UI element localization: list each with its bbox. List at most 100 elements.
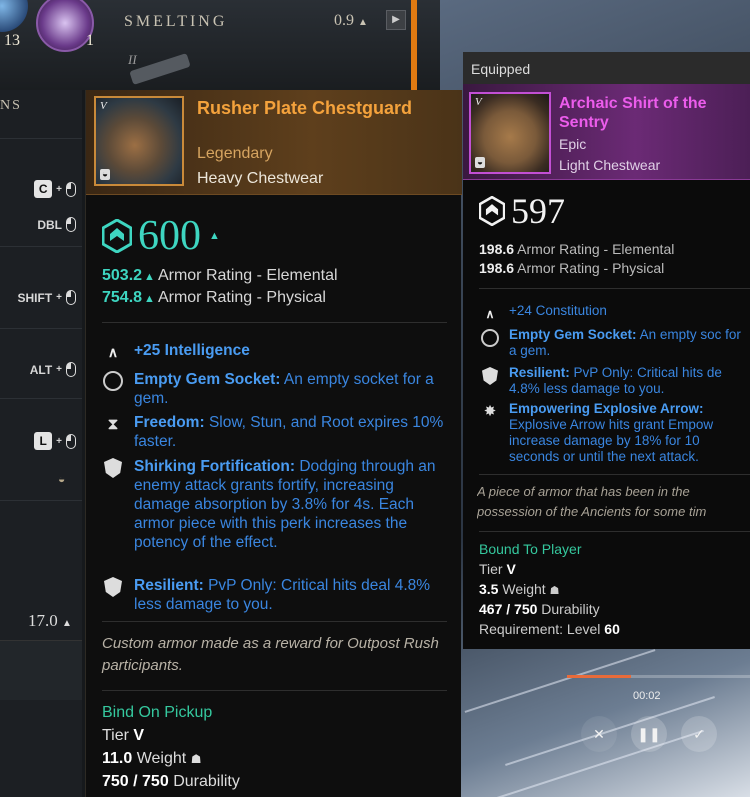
check-button[interactable]: ✓ [681, 716, 717, 752]
divider [0, 398, 82, 399]
gear-score-icon [102, 219, 132, 253]
mouse-icon [66, 217, 76, 232]
weight-icon: ☗ [549, 585, 560, 597]
flavor-text: possession of the Ancients for some tim [477, 504, 707, 519]
mask-icon: ◒ [475, 157, 486, 168]
smelting-value: 0.9 ▲ [334, 12, 368, 29]
keybind-row[interactable]: C + [0, 180, 82, 198]
perk-text: Empty Gem Socket: An empty soc for a gem… [509, 327, 741, 358]
armor-rating-physical: 754.8 ▲ Armor Rating - Physical [102, 289, 326, 306]
gem-socket-icon [102, 370, 124, 392]
key-label: ALT [29, 362, 53, 377]
bind-status: Bound To Player [479, 541, 582, 557]
left-weight-value: 17.0 ▲ [28, 611, 72, 630]
gem-socket-icon [479, 327, 501, 349]
keybind-row[interactable]: ALT + [0, 362, 82, 377]
weight-icon: ☗ [190, 752, 202, 766]
item-thumbnail: V ◒ [469, 92, 551, 174]
durability-stat: 467 / 750 Durability [479, 601, 600, 617]
item-slot: Heavy Chestwear [197, 170, 324, 187]
perk-text: Resilient: PvP Only: Critical hits de 4.… [509, 365, 722, 396]
perk-gem-socket: Empty Gem Socket: An empty socket for a … [102, 370, 454, 408]
item-name: Archaic Shirt of the Sentry [559, 95, 707, 131]
resilient-shield-icon [479, 365, 501, 387]
perk-text: Freedom: Slow, Stun, and Root expires 10… [134, 414, 444, 450]
tier-stat: Tier V [479, 561, 516, 577]
resource-count: 1 [86, 32, 94, 49]
attribute-perk: ∧ +24 Constitution [479, 303, 750, 325]
armor-rating-physical: 198.6 Armor Rating - Physical [479, 260, 665, 276]
perk-text: Resilient: PvP Only: Critical hits deal … [134, 577, 431, 613]
keybind-row[interactable]: L + [0, 432, 82, 450]
tier-stat: Tier V [102, 727, 145, 744]
tooltip-header: V ◒ Rusher Plate Chestguard Legendary He… [86, 90, 462, 195]
gear-score: 600 ▲ [102, 212, 220, 260]
perk-gem-socket: Empty Gem Socket: An empty soc for a gem… [479, 327, 750, 359]
equipped-label: Equipped [463, 52, 750, 84]
video-progress-bar[interactable] [567, 675, 750, 678]
key-label: SHIFT [17, 290, 53, 305]
smelting-sub-label: II [128, 52, 137, 67]
gear-score-icon [479, 196, 505, 226]
resource-count: 13 [4, 32, 20, 49]
resilient-shield-icon [102, 576, 124, 598]
equipped-tooltip: V ◒ Archaic Shirt of the Sentry Epic Lig… [463, 84, 750, 649]
close-icon[interactable]: ✕ [581, 716, 617, 752]
progress-accent [411, 0, 417, 90]
perk-resilient: Resilient: PvP Only: Critical hits de 4.… [479, 365, 750, 397]
perk-empowering-explosive-arrow: ✸ Empowering Explosive Arrow: Explosive … [479, 401, 750, 465]
key-label: L [34, 432, 53, 450]
smelting-next-button[interactable]: ▶ [386, 10, 406, 30]
divider [0, 500, 82, 501]
perk-text: Empowering Explosive Arrow: Explosive Ar… [509, 401, 714, 464]
keybind-row[interactable]: DBL [0, 217, 82, 232]
item-thumbnail: V ◒ [94, 96, 184, 186]
divider [102, 690, 447, 691]
pause-button[interactable]: ❚❚ [631, 716, 667, 752]
key-label: DBL [37, 217, 62, 232]
tier-badge: V [100, 100, 107, 112]
item-tooltip: V ◒ Rusher Plate Chestguard Legendary He… [85, 90, 462, 797]
item-rarity: Legendary [197, 145, 273, 162]
up-arrow-icon: ▲ [209, 230, 220, 242]
gear-score-value: 597 [511, 191, 565, 231]
perk-text: Empty Gem Socket: An empty socket for a … [134, 371, 434, 407]
mouse-icon [66, 290, 76, 305]
weight-stat: 11.0 Weight ☗ [102, 750, 202, 767]
key-label: C [34, 180, 53, 198]
explosion-icon: ✸ [483, 403, 497, 420]
video-controls: 00:02 ✕ ❚❚ ✓ [567, 670, 750, 780]
divider [479, 474, 750, 475]
weight-stat: 3.5 Weight ☗ [479, 581, 560, 597]
item-slot: Light Chestwear [559, 157, 661, 173]
flavor-text: Custom armor made as a reward for Outpos… [102, 635, 439, 674]
attribute-perk: ∧ +25 Intelligence [102, 341, 454, 363]
tooltip-header: V ◒ Archaic Shirt of the Sentry Epic Lig… [463, 84, 750, 180]
mouse-icon [66, 181, 76, 197]
video-time: 00:02 [633, 690, 661, 702]
mask-icon: ◒ [100, 169, 111, 180]
hourglass-icon: ⧗ [107, 415, 119, 433]
gear-score: 597 [479, 190, 565, 232]
bind-status: Bind On Pickup [102, 704, 213, 721]
armor-rating-elemental: 198.6 Armor Rating - Elemental [479, 241, 675, 257]
perk-resilient: Resilient: PvP Only: Critical hits deal … [102, 576, 454, 614]
divider [102, 322, 447, 323]
shield-icon [102, 457, 124, 479]
perk-text: +24 Constitution [509, 303, 607, 318]
tier-badge: V [475, 96, 482, 108]
requirement-stat: Requirement: Level 60 [479, 621, 620, 637]
durability-stat: 750 / 750 Durability [102, 773, 240, 790]
inventory-slots[interactable] [0, 640, 82, 700]
divider [0, 246, 82, 247]
divider [479, 288, 750, 289]
keybind-row[interactable]: SHIFT + [0, 290, 82, 305]
chevron-up-icon: ∧ [485, 307, 495, 321]
gear-score-value: 600 [138, 213, 201, 259]
mouse-icon [66, 433, 76, 449]
divider [102, 621, 447, 622]
perk-text: Shirking Fortification: Dodging through … [134, 458, 436, 551]
smelting-label: SMELTING [124, 13, 228, 30]
divider [479, 531, 750, 532]
perk-text: +25 Intelligence [134, 342, 250, 359]
